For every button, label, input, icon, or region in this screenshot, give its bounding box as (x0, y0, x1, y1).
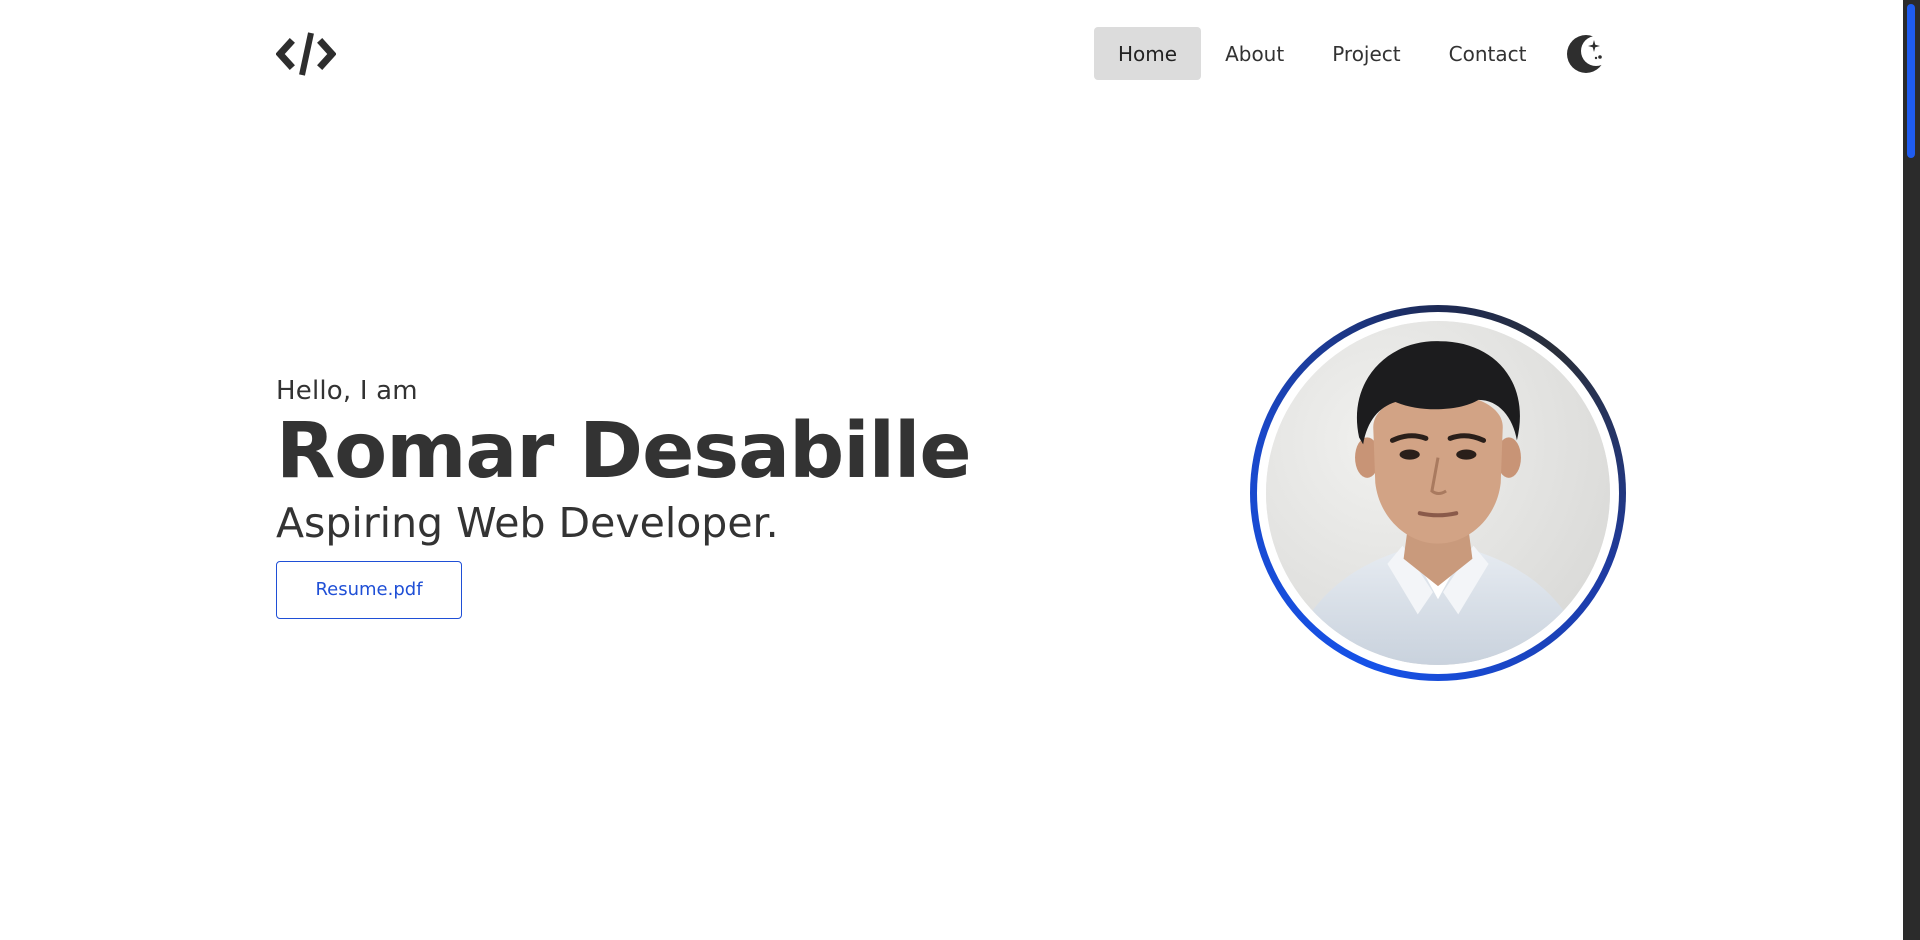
nav-item-home[interactable]: Home (1094, 27, 1202, 80)
resume-button[interactable]: Resume.pdf (276, 560, 462, 619)
scrollbar-thumb[interactable] (1907, 4, 1915, 158)
portfolio-page: Home About Project Contact Hello, I am R… (0, 0, 1920, 940)
nav-item-about[interactable]: About (1201, 27, 1308, 80)
nav-item-project[interactable]: Project (1308, 27, 1424, 80)
hero-role: Aspiring Web Developer. (276, 498, 779, 547)
moon-stars-icon[interactable] (1566, 34, 1612, 74)
hero-name: Romar Desabille (276, 407, 972, 496)
code-brackets-icon[interactable] (275, 31, 337, 77)
main-nav: Home About Project Contact (1094, 27, 1612, 80)
greeting-text: Hello, I am (276, 376, 418, 406)
profile-photo (1266, 321, 1610, 665)
page-scrollbar[interactable] (1903, 0, 1920, 940)
nav-item-contact[interactable]: Contact (1425, 27, 1551, 80)
profile-photo-frame (1250, 305, 1626, 681)
hero-section: Hello, I am Romar Desabille Aspiring Web… (276, 376, 972, 619)
